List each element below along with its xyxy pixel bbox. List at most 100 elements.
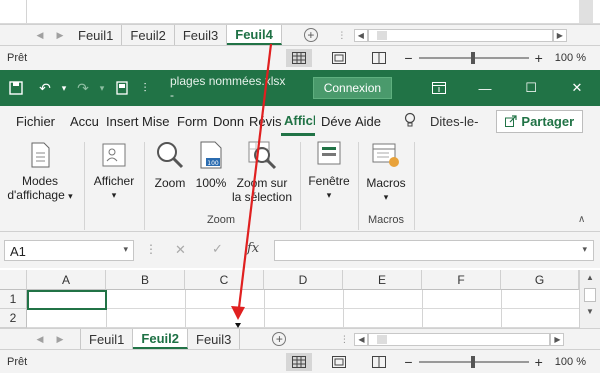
ribbon-affichage: Modes d'affichage ▾ Afficher ▾ Zoom 100 … xyxy=(0,136,600,232)
scroll-right-arrow-icon[interactable]: ▶ xyxy=(550,332,565,346)
column-header-g[interactable]: G xyxy=(501,270,579,290)
top-horizontal-scrollbar[interactable]: ◀ ▶ xyxy=(353,25,567,45)
zoom-selection-button[interactable]: Zoom sur la sélection xyxy=(230,140,294,204)
normal-view-button[interactable] xyxy=(286,352,313,371)
undo-icon[interactable]: ↶ xyxy=(32,70,58,106)
scroll-right-arrow-icon[interactable]: ▶ xyxy=(552,28,567,42)
maximize-icon[interactable]: ☐ xyxy=(508,70,554,106)
chevron-down-icon: ▾ xyxy=(326,190,332,200)
scroll-thumb[interactable] xyxy=(377,334,388,344)
top-tab-feuil4[interactable]: Feuil4 xyxy=(227,25,282,45)
tab-developpeur[interactable]: Déve xyxy=(318,114,352,129)
formula-input[interactable]: ▾ xyxy=(274,240,594,261)
lightbulb-icon[interactable] xyxy=(404,112,416,131)
redo-dropdown-icon[interactable]: ▾ xyxy=(96,70,108,106)
row-header-1[interactable]: 1 xyxy=(0,290,27,309)
collapse-ribbon-icon[interactable]: ∧ xyxy=(578,214,585,225)
zoom-level[interactable]: 100 % xyxy=(555,356,586,368)
tab-aide[interactable]: Aide xyxy=(352,114,384,129)
page-layout-view-button[interactable] xyxy=(326,353,352,371)
add-sheet-button[interactable]: + xyxy=(268,329,290,349)
tab-affichage[interactable]: Affich xyxy=(281,106,315,136)
tab-mise-en-page[interactable]: Mise xyxy=(139,114,174,129)
macros-button[interactable]: Macros ▾ xyxy=(362,140,410,204)
undo-dropdown-icon[interactable]: ▾ xyxy=(58,70,70,106)
cancel-entry-icon[interactable]: ✕ xyxy=(175,242,186,258)
tab-insertion[interactable]: Insert xyxy=(103,114,139,129)
tab-revision[interactable]: Révis xyxy=(246,114,281,129)
insert-function-icon[interactable]: fx xyxy=(247,241,259,256)
scroll-thumb[interactable] xyxy=(376,30,387,40)
tab-feuil1[interactable]: Feuil1 xyxy=(80,329,134,349)
tab-scroll-left-icon[interactable]: ◀ xyxy=(30,25,50,45)
column-header-b[interactable]: B xyxy=(106,270,185,290)
tab-scroll-left-icon[interactable]: ◀ xyxy=(30,329,50,349)
share-label: Partager xyxy=(521,113,575,129)
select-all-corner[interactable] xyxy=(0,270,27,290)
column-header-c[interactable]: C xyxy=(185,270,264,290)
zoom-out-icon[interactable]: − xyxy=(404,354,412,370)
add-sheet-button[interactable]: + xyxy=(300,25,322,45)
tab-accueil[interactable]: Accu xyxy=(67,114,103,129)
column-header-f[interactable]: F xyxy=(422,270,501,290)
scroll-down-arrow-icon[interactable]: ▼ xyxy=(580,304,600,320)
normal-view-button[interactable] xyxy=(286,49,313,67)
tab-feuil2[interactable]: Feuil2 xyxy=(133,329,188,349)
tab-scroll-right-icon[interactable]: ▶ xyxy=(50,25,70,45)
top-tab-feuil3[interactable]: Feuil3 xyxy=(175,25,228,45)
window-button[interactable]: Fenêtre ▾ xyxy=(304,140,354,202)
tab-fichier[interactable]: Fichier xyxy=(13,114,67,129)
svg-text:100: 100 xyxy=(207,160,219,167)
tab-formules[interactable]: Form xyxy=(174,114,210,129)
table-row[interactable] xyxy=(27,290,579,309)
tab-options-icon[interactable]: ⋮ xyxy=(332,25,352,45)
share-button[interactable]: Partager xyxy=(496,109,584,133)
zoom-button[interactable]: Zoom xyxy=(150,140,190,190)
top-tab-feuil1[interactable]: Feuil1 xyxy=(70,25,123,45)
tab-feuil3[interactable]: Feuil3 xyxy=(188,329,241,349)
column-header-a[interactable]: A xyxy=(27,270,106,290)
name-box[interactable]: A1 ▾ xyxy=(4,240,134,261)
column-header-d[interactable]: D xyxy=(264,270,343,290)
share-icon xyxy=(505,115,518,127)
tab-options-icon[interactable]: ⋮ xyxy=(334,329,354,349)
formula-bar-grip-icon[interactable]: ⋮ xyxy=(145,242,157,256)
chevron-down-icon[interactable]: ▾ xyxy=(123,244,128,255)
zoom-level[interactable]: 100 % xyxy=(555,52,586,64)
table-row[interactable] xyxy=(27,309,579,328)
confirm-entry-icon[interactable]: ✓ xyxy=(212,241,223,257)
ribbon-display-options-icon[interactable] xyxy=(416,70,462,106)
minimize-icon[interactable]: — xyxy=(462,70,508,106)
zoom-out-icon[interactable]: − xyxy=(404,50,412,66)
chevron-down-icon[interactable]: ▾ xyxy=(582,244,587,255)
redo-icon[interactable]: ↷ xyxy=(70,70,96,106)
zoom-100-button[interactable]: 100 100% xyxy=(193,140,229,190)
vertical-scrollbar[interactable]: ▲ ▼ xyxy=(579,270,600,328)
customize-toolbar-icon[interactable]: ⫶ xyxy=(136,70,154,106)
close-icon[interactable]: ✕ xyxy=(554,70,600,106)
top-tab-feuil2[interactable]: Feuil2 xyxy=(122,25,175,45)
tab-donnees[interactable]: Donn xyxy=(210,114,246,129)
save-icon[interactable] xyxy=(0,70,32,106)
horizontal-scrollbar[interactable]: ◀ ▶ xyxy=(354,329,565,349)
column-header-e[interactable]: E xyxy=(343,270,422,290)
zoom-in-icon[interactable]: + xyxy=(535,50,543,66)
tell-me-search[interactable]: Dites-le- xyxy=(430,114,478,129)
zoom-in-icon[interactable]: + xyxy=(535,354,543,370)
scroll-left-arrow-icon[interactable]: ◀ xyxy=(354,332,369,346)
cell-a1-selection[interactable] xyxy=(27,290,107,310)
zoom-slider[interactable] xyxy=(418,52,529,64)
scroll-thumb[interactable] xyxy=(584,288,596,302)
view-modes-button[interactable]: Modes d'affichage ▾ xyxy=(6,142,74,203)
scroll-left-arrow-icon[interactable]: ◀ xyxy=(353,28,368,42)
show-button[interactable]: Afficher ▾ xyxy=(88,142,140,202)
row-header-2[interactable]: 2 xyxy=(0,309,27,328)
connexion-button[interactable]: Connexion xyxy=(312,77,393,99)
zoom-slider[interactable] xyxy=(418,355,529,368)
touch-mode-icon[interactable] xyxy=(108,70,136,106)
tab-scroll-right-icon[interactable]: ▶ xyxy=(50,329,70,349)
page-break-view-button[interactable] xyxy=(366,353,392,371)
scroll-up-arrow-icon[interactable]: ▲ xyxy=(580,270,600,286)
page-layout-view-button[interactable] xyxy=(326,49,352,67)
page-break-view-button[interactable] xyxy=(366,49,392,67)
